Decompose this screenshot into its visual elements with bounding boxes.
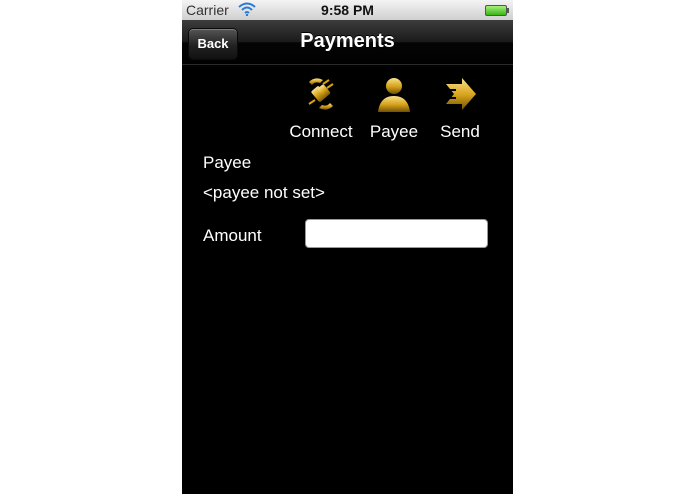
send-button[interactable]: Send <box>436 74 484 142</box>
phone-screen: Carrier 9:58 PM Back Payments Connect Pa… <box>182 0 513 494</box>
plug-connect-icon <box>308 78 334 110</box>
page-title: Payments <box>300 30 395 52</box>
status-bar: Carrier 9:58 PM <box>182 0 513 20</box>
connect-label: Connect <box>289 122 353 141</box>
amount-input[interactable] <box>305 219 488 248</box>
arrow-send-icon <box>444 78 476 110</box>
navigation-bar: Back Payments <box>182 20 513 65</box>
connect-button[interactable]: Connect <box>286 74 356 142</box>
payee-field-label: Payee <box>203 153 252 172</box>
payee-button[interactable]: Payee <box>366 74 422 142</box>
person-icon <box>378 78 410 112</box>
amount-field-label: Amount <box>203 226 262 245</box>
send-label: Send <box>440 122 480 141</box>
payee-value: <payee not set> <box>203 183 325 202</box>
payee-label-toolbar: Payee <box>369 122 419 141</box>
status-time: 9:58 PM <box>321 2 374 18</box>
battery-icon <box>485 5 509 16</box>
